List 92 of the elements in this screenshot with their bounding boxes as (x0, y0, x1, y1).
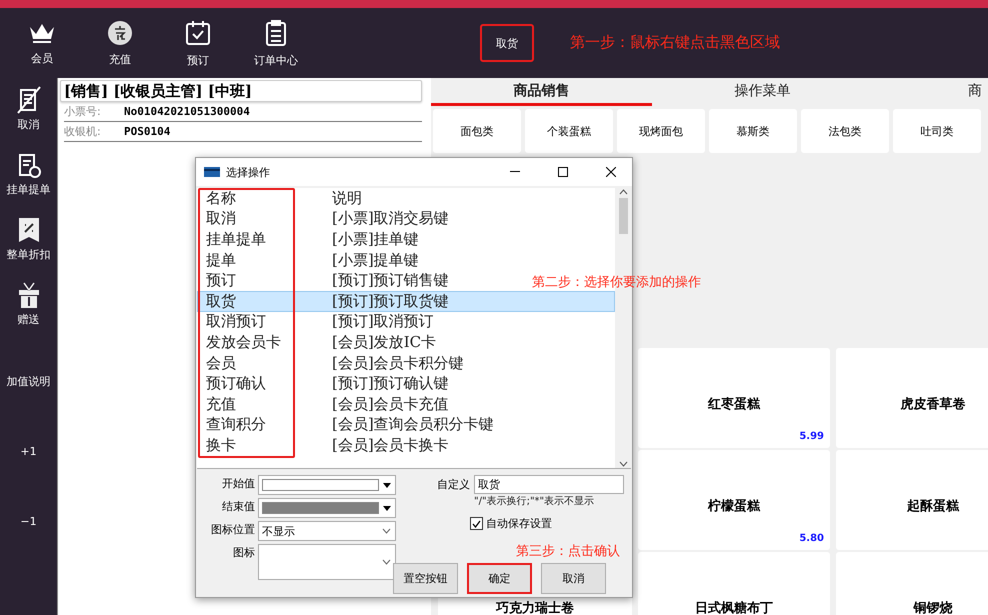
category-button[interactable]: 现烤面包 (617, 109, 705, 153)
field-label: 图标位置 (210, 522, 255, 538)
list-row[interactable]: 挂单提单 [小票]挂单键 (197, 229, 420, 250)
product-card[interactable]: 日式枫糖布丁 (638, 552, 830, 615)
field-label: 结束值 (221, 499, 255, 515)
close-icon (606, 167, 616, 177)
list-row[interactable]: 预订 [预订]预订销售键 (197, 270, 450, 291)
product-name: 起酥蛋糕 (907, 498, 959, 515)
color-dropdown[interactable] (258, 498, 396, 518)
list-row[interactable]: 查询积分 [会员]查询会员积分卡键 (197, 414, 495, 436)
list-row[interactable]: 发放会员卡 [会员]发放IC卡 (197, 332, 438, 353)
clipboard-icon (264, 18, 288, 46)
chevron-down-icon (382, 559, 391, 565)
dialog-button[interactable]: 取消 (541, 563, 606, 594)
gift-icon (16, 281, 40, 309)
calendar-icon (184, 18, 212, 46)
toolbar-button[interactable]: 订单中心 (237, 13, 315, 73)
toolbar-button[interactable]: 充值 (81, 13, 159, 73)
list-row[interactable]: 取消预订 [预订]取消预订 (197, 312, 435, 332)
category-button[interactable]: 面包类 (433, 109, 521, 153)
product-price: 5.80 (799, 533, 824, 544)
sidebar-button[interactable]: −1 (0, 486, 56, 556)
product-name: 日式枫糖布丁 (695, 600, 773, 615)
field-value: POS0104 (124, 125, 170, 138)
scroll-down-icon (618, 460, 628, 468)
sidebar-button[interactable]: 加值说明 (0, 346, 56, 416)
product-card[interactable]: 起酥蛋糕 (836, 450, 988, 550)
dropdown-arrow-icon (383, 482, 391, 488)
product-name: 柠檬蛋糕 (708, 498, 760, 515)
note-struck-icon (16, 86, 42, 114)
field-label: 开始值 (221, 476, 255, 492)
product-name: 虎皮香草卷 (900, 396, 966, 413)
field-label: 图标 (232, 545, 255, 561)
toolbar-button[interactable]: 预订 (159, 13, 237, 73)
maximize-icon (558, 167, 568, 177)
minimize-icon (510, 171, 520, 173)
sidebar-button[interactable]: 整单折扣 (0, 216, 56, 281)
sidebar-button[interactable]: 取消 (0, 86, 56, 151)
column-header[interactable]: 名称 (206, 188, 236, 207)
tab[interactable]: 商 (873, 78, 988, 106)
list-row[interactable]: 换卡 [会员]会员卡换卡 (197, 435, 450, 456)
list-row[interactable]: 取消 [小票]取消交易键 (197, 208, 450, 230)
hint-text: "/"表示换行;"*"表示不显示 (474, 494, 596, 508)
field-value: No01042021051300004 (124, 105, 250, 118)
field-label: 小票号: (64, 104, 102, 119)
category-button[interactable]: 慕斯类 (709, 109, 797, 153)
pickup-button[interactable]: 取货 (480, 24, 534, 62)
list-row[interactable]: 取货 [预订]预订取货键 (197, 290, 615, 312)
scroll-thumb[interactable] (618, 198, 628, 234)
dialog-button[interactable]: 置空按钮 (393, 563, 458, 594)
product-name: 巧克力瑞士卷 (496, 600, 574, 615)
tab[interactable]: 操作菜单 (652, 78, 873, 106)
autosave-checkbox[interactable]: 自动保存设置 (470, 516, 624, 531)
list-row[interactable]: 提单 [小票]提单键 (197, 250, 420, 270)
tab[interactable]: 商品销售 (431, 78, 652, 106)
annotation-text: 第三步：点击确认 (516, 543, 620, 560)
product-card[interactable]: 虎皮香草卷 (836, 348, 988, 448)
list-row[interactable]: 会员 [会员]会员卡积分键 (197, 352, 465, 374)
ticket-header: [销售] [收银员主管] [中班] (60, 80, 422, 102)
category-button[interactable]: 法包类 (801, 109, 889, 153)
sidebar-button[interactable]: +1 (0, 416, 56, 486)
dropdown-arrow-icon (383, 506, 391, 510)
product-price: 5.99 (799, 431, 824, 442)
product-name: 红枣蛋糕 (708, 396, 760, 413)
discount-tag-icon (16, 216, 40, 244)
position-dropdown[interactable]: 不显示 (258, 521, 396, 541)
annotation-text: 第二步：选择你要添加的操作 (532, 274, 701, 291)
product-name: 铜锣烧 (914, 600, 952, 615)
sidebar-button[interactable]: 挂单提单 (0, 151, 56, 216)
custom-name-input[interactable]: 取货 (474, 475, 624, 494)
column-header[interactable]: 说明 (332, 188, 362, 208)
color-dropdown[interactable] (258, 475, 396, 495)
product-card[interactable]: 铜锣烧 (836, 552, 988, 615)
coin-icon (107, 20, 133, 46)
scroll-up-icon (618, 188, 628, 196)
product-card[interactable]: 红枣蛋糕 5.99 (638, 348, 830, 448)
category-button[interactable]: 个装蛋糕 (525, 109, 613, 153)
product-card[interactable]: 柠檬蛋糕 5.80 (638, 450, 830, 550)
annotation-text: 第一步：鼠标右键点击黑色区域 (570, 33, 780, 52)
list-row[interactable]: 充值 [会员]会员卡充值 (197, 394, 450, 415)
window-icon (204, 167, 220, 177)
dialog-title: 选择操作 (226, 164, 271, 180)
toolbar-button[interactable]: 会员 (3, 13, 81, 73)
field-label: 收银机: (64, 124, 102, 139)
category-button[interactable]: 吐司类 (893, 109, 981, 153)
chevron-down-icon (382, 528, 391, 534)
icon-dropdown[interactable] (258, 544, 396, 580)
field-label: 自定义 (436, 476, 470, 492)
dialog-button[interactable]: 确定 (467, 563, 532, 594)
sidebar-button[interactable]: 赠送 (0, 281, 56, 346)
list-row[interactable]: 预订确认 [预订]预订确认键 (197, 373, 450, 394)
check-icon (472, 520, 481, 528)
